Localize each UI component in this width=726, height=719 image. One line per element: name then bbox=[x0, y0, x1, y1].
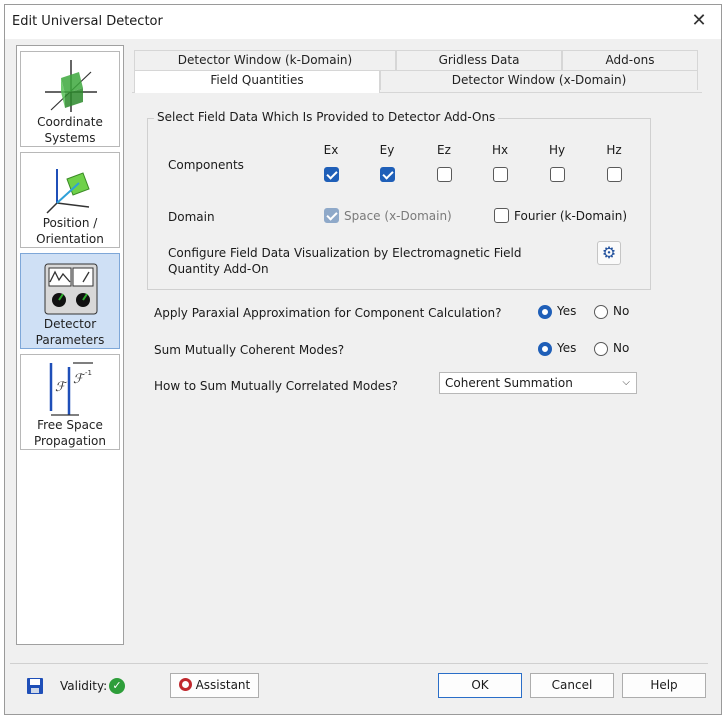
ok-button[interactable]: OK bbox=[438, 673, 522, 698]
window-title: Edit Universal Detector bbox=[12, 14, 163, 29]
content-area: Detector Window (k-Domain) Gridless Data… bbox=[132, 45, 702, 645]
configure-visualization-label-2: Quantity Add-On bbox=[168, 262, 269, 276]
tab-field-quantities[interactable]: Field Quantities bbox=[134, 70, 380, 93]
configure-visualization-label: Configure Field Data Visualization by El… bbox=[168, 246, 522, 260]
paraxial-question: Apply Paraxial Approximation for Compone… bbox=[154, 306, 502, 320]
assistant-label: Assistant bbox=[195, 678, 251, 692]
tab-detector-window-x[interactable]: Detector Window (x-Domain) bbox=[380, 70, 698, 90]
sidebar-item-position-orientation[interactable]: Position / Orientation bbox=[20, 152, 120, 248]
component-header-ez: Ez bbox=[437, 143, 451, 157]
coherent-yes-label: Yes bbox=[557, 341, 577, 355]
dialog-footer: Validity: ✓ Assistant OK Cancel Help bbox=[10, 663, 708, 701]
fourier-domain-label: Fourier (k-Domain) bbox=[514, 209, 628, 223]
paraxial-yes-label: Yes bbox=[557, 304, 577, 318]
lifebuoy-icon bbox=[178, 678, 192, 691]
tab-row-front: Field Quantities Detector Window (x-Doma… bbox=[134, 70, 698, 93]
position-orientation-icon bbox=[46, 169, 90, 214]
svg-text:ℱ: ℱ bbox=[55, 380, 68, 395]
sidebar-item-label: Parameters bbox=[35, 333, 105, 347]
component-header-hx: Hx bbox=[491, 143, 509, 157]
help-button[interactable]: Help bbox=[622, 673, 706, 698]
sidebar-item-detector-parameters[interactable]: Detector Parameters bbox=[20, 253, 120, 349]
sidebar-item-label: Detector bbox=[43, 317, 97, 331]
summation-mode-select[interactable]: Coherent Summation ⌵ bbox=[439, 372, 637, 394]
free-space-propagation-icon: ℱ ℱ -1 bbox=[49, 362, 93, 416]
tab-gridless-data[interactable]: Gridless Data bbox=[396, 50, 562, 70]
components-label: Components bbox=[168, 158, 244, 172]
coherent-no-label: No bbox=[613, 341, 630, 355]
component-header-hy: Hy bbox=[548, 143, 566, 157]
svg-text:-1: -1 bbox=[85, 369, 92, 377]
sidebar-item-coordinate-systems[interactable]: Coordinate Systems bbox=[20, 51, 120, 147]
sidebar-item-label: Propagation bbox=[34, 434, 106, 448]
component-header-ex: Ex bbox=[323, 143, 339, 157]
checkbox-space-domain bbox=[324, 208, 339, 223]
assistant-button[interactable]: Assistant bbox=[170, 673, 259, 698]
tab-row-back: Detector Window (k-Domain) Gridless Data… bbox=[134, 50, 698, 70]
cancel-button[interactable]: Cancel bbox=[530, 673, 614, 698]
checkbox-ex[interactable] bbox=[324, 167, 339, 182]
sidebar-item-label: Systems bbox=[44, 131, 96, 145]
valid-check-icon: ✓ bbox=[109, 678, 125, 694]
tab-detector-window-k[interactable]: Detector Window (k-Domain) bbox=[134, 50, 396, 70]
close-icon[interactable]: ✕ bbox=[687, 10, 711, 31]
sidebar-item-free-space-propagation[interactable]: ℱ ℱ -1 Free Space Propagation bbox=[20, 354, 120, 450]
coherent-question: Sum Mutually Coherent Modes? bbox=[154, 343, 345, 357]
sidebar: Coordinate Systems Position / Orientatio… bbox=[16, 45, 124, 645]
paraxial-no-label: No bbox=[613, 304, 630, 318]
coherent-no-radio[interactable] bbox=[594, 342, 608, 356]
space-domain-label: Space (x-Domain) bbox=[344, 209, 452, 223]
save-icon[interactable] bbox=[26, 677, 44, 695]
sidebar-item-label: Orientation bbox=[36, 232, 104, 246]
paraxial-no-radio[interactable] bbox=[594, 305, 608, 319]
checkbox-ez[interactable] bbox=[437, 167, 452, 182]
tab-panel-field-quantities: Select Field Data Which Is Provided to D… bbox=[132, 92, 702, 645]
sidebar-item-label: Free Space bbox=[37, 418, 103, 432]
validity-label: Validity: bbox=[60, 679, 108, 693]
detector-parameters-icon bbox=[44, 263, 98, 315]
coherent-yes-radio[interactable] bbox=[538, 342, 552, 356]
checkbox-ey[interactable] bbox=[380, 167, 395, 182]
group-title: Select Field Data Which Is Provided to D… bbox=[154, 110, 499, 124]
sidebar-item-label: Position / bbox=[42, 216, 98, 230]
component-header-ey: Ey bbox=[379, 143, 395, 157]
paraxial-yes-radio[interactable] bbox=[538, 305, 552, 319]
correlated-question: How to Sum Mutually Correlated Modes? bbox=[154, 379, 398, 393]
sidebar-item-label: Coordinate bbox=[37, 115, 103, 129]
title-bar: Edit Universal Detector ✕ bbox=[5, 5, 721, 39]
gear-icon[interactable]: ⚙ bbox=[597, 241, 621, 265]
tab-add-ons[interactable]: Add-ons bbox=[562, 50, 698, 70]
checkbox-hx[interactable] bbox=[493, 167, 508, 182]
summation-mode-value: Coherent Summation bbox=[445, 376, 573, 390]
field-data-group: Select Field Data Which Is Provided to D… bbox=[147, 110, 651, 290]
domain-label: Domain bbox=[168, 210, 215, 224]
component-header-hz: Hz bbox=[606, 143, 622, 157]
chevron-down-icon: ⌵ bbox=[622, 377, 630, 388]
coordinate-systems-icon bbox=[45, 60, 97, 112]
checkbox-hz[interactable] bbox=[607, 167, 622, 182]
checkbox-hy[interactable] bbox=[550, 167, 565, 182]
checkbox-fourier-domain[interactable] bbox=[494, 208, 509, 223]
